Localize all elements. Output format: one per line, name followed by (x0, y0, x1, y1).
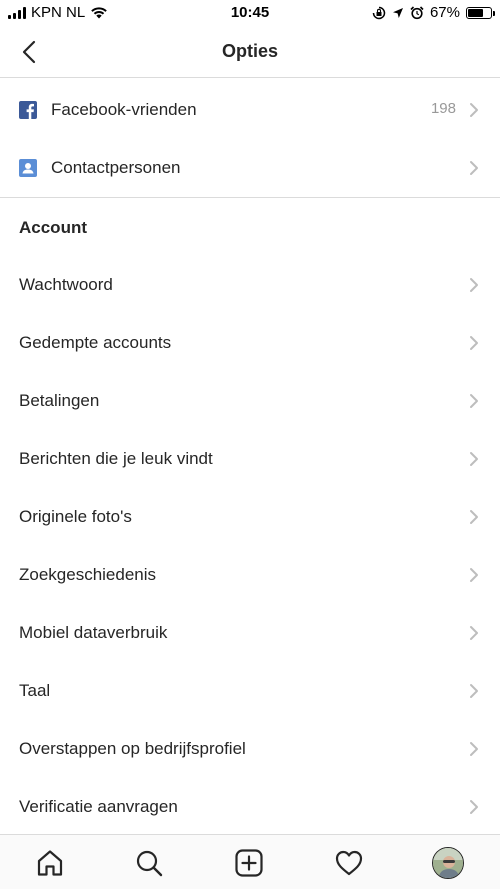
chevron-right-icon (470, 684, 478, 698)
account-item-label: Taal (19, 681, 51, 700)
account-item-label: Verificatie aanvragen (19, 797, 178, 816)
status-right: 67% (372, 4, 495, 21)
home-tab[interactable] (34, 847, 66, 879)
chevron-right-icon (470, 336, 478, 350)
account-item-label: Gedempte accounts (19, 333, 172, 352)
home-icon (37, 850, 63, 876)
account-item-row[interactable]: Gedempte accounts (0, 314, 500, 372)
chevron-right-icon (470, 161, 478, 175)
alarm-icon (410, 5, 424, 19)
account-item-row[interactable]: Mobiel dataverbruik (0, 604, 500, 662)
facebook-friends-row[interactable]: Facebook-vrienden 198 (0, 81, 500, 139)
section-divider (0, 197, 500, 198)
status-bar: KPN NL 10:45 67% (0, 0, 500, 26)
account-item-row[interactable]: Betalingen (0, 372, 500, 430)
contacts-label: Contactpersonen (51, 158, 181, 177)
account-item-row[interactable]: Taal (0, 662, 500, 720)
chevron-right-icon (470, 278, 478, 292)
chevron-right-icon (470, 452, 478, 466)
account-item-row[interactable]: Originele foto's (0, 488, 500, 546)
add-post-icon (235, 849, 263, 877)
add-post-tab[interactable] (233, 847, 265, 879)
facebook-friends-label: Facebook-vrienden (51, 100, 197, 119)
chevron-right-icon (470, 510, 478, 524)
location-arrow-icon (392, 7, 403, 18)
battery-icon (466, 6, 495, 19)
account-item-row[interactable]: Wachtwoord (0, 256, 500, 314)
activity-heart-icon (335, 850, 363, 876)
battery-level (468, 8, 483, 17)
chevron-right-icon (470, 742, 478, 756)
account-item-label: Mobiel dataverbruik (19, 623, 168, 642)
profile-tab[interactable] (432, 847, 464, 879)
chevron-right-icon (470, 800, 478, 814)
activity-tab[interactable] (333, 847, 365, 879)
account-item-label: Overstappen op bedrijfsprofiel (19, 739, 246, 758)
page-title: Opties (221, 41, 278, 61)
contacts-icon (19, 159, 37, 177)
account-item-row[interactable]: Verificatie aanvragen (0, 778, 500, 836)
rotation-lock-icon (372, 6, 386, 19)
account-item-label: Zoekgeschiedenis (19, 565, 157, 584)
account-item-label: Wachtwoord (19, 275, 113, 294)
contacts-row[interactable]: Contactpersonen (0, 139, 500, 197)
account-item-row[interactable]: Berichten die je leuk vindt (0, 430, 500, 488)
bottom-tab-bar (0, 834, 500, 889)
facebook-icon (19, 101, 37, 119)
chevron-right-icon (470, 626, 478, 640)
account-item-row[interactable]: Overstappen op bedrijfsprofiel (0, 720, 500, 778)
account-section-title: Account (19, 218, 87, 237)
search-icon (136, 850, 163, 877)
profile-avatar (432, 847, 464, 879)
chevron-right-icon (470, 568, 478, 582)
search-tab[interactable] (133, 847, 165, 879)
account-item-label: Betalingen (19, 391, 100, 410)
account-item-label: Originele foto's (19, 507, 132, 526)
account-item-label: Berichten die je leuk vindt (19, 449, 213, 468)
facebook-friends-count: 198 (430, 100, 456, 117)
chevron-right-icon (470, 103, 478, 117)
chevron-right-icon (470, 394, 478, 408)
battery-percent: 67% (429, 4, 460, 21)
navigation-header: Opties (0, 26, 500, 78)
account-item-row[interactable]: Zoekgeschiedenis (0, 546, 500, 604)
